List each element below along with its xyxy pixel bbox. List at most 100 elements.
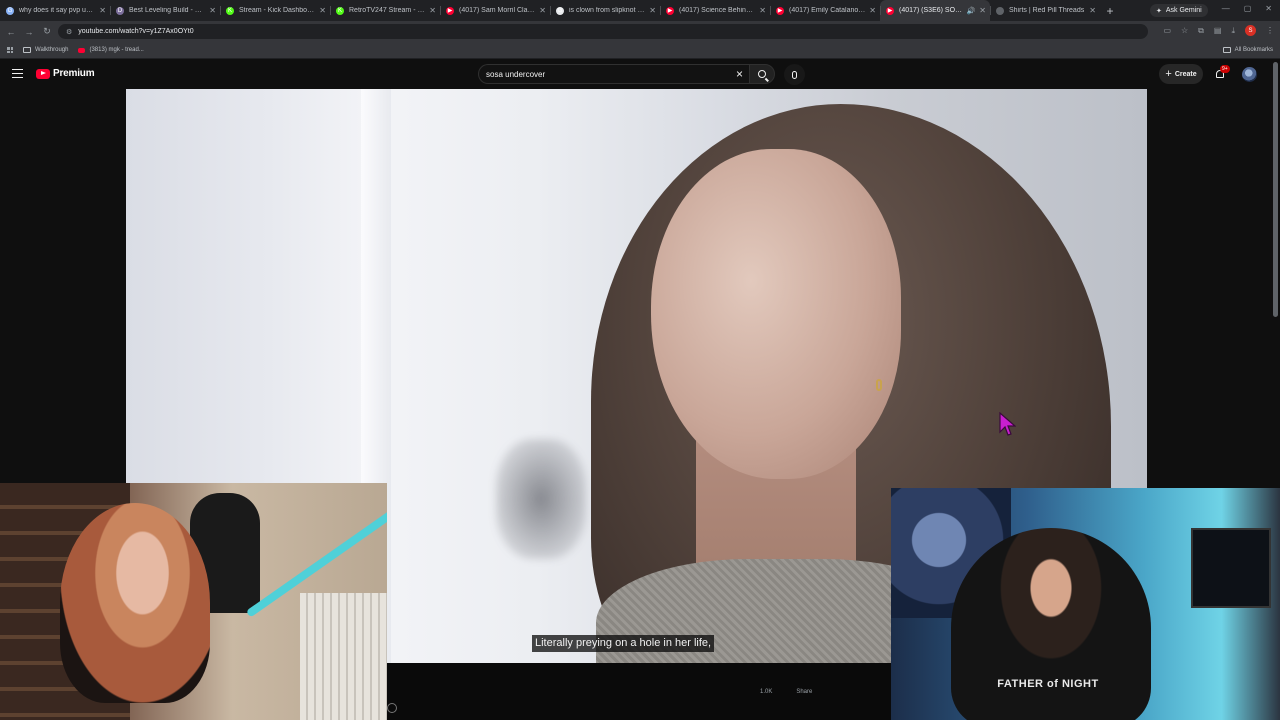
voice-search-button[interactable] — [784, 64, 805, 85]
tab-favicon-icon: ▶ — [666, 6, 674, 15]
sidebar-icon[interactable]: ▤ — [1214, 26, 1222, 35]
microphone-icon — [792, 70, 797, 79]
bookmark-label: Walkthrough — [35, 47, 69, 53]
webcam-streamer — [60, 503, 210, 703]
apps-grid-icon[interactable] — [7, 47, 13, 53]
youtube-icon — [78, 47, 86, 53]
notification-badge: 9+ — [1220, 65, 1230, 73]
browser-toolbar: ← → ↻ ⚙ youtube.com/watch?v=y1Z7Ax0OYt0 … — [0, 21, 1280, 42]
close-tab-icon[interactable]: ✕ — [759, 6, 766, 15]
tab-favicon-icon: ▶ — [776, 6, 784, 15]
tab-favicon-icon: D — [116, 6, 124, 15]
tab-title: (4017) Sam Morril Class Act — [459, 7, 535, 14]
minimize-icon[interactable]: — — [1222, 4, 1230, 13]
browser-tab[interactable]: Gwhy does it say pvp unavail ✕ — [0, 0, 110, 21]
close-tab-icon[interactable]: ✕ — [649, 6, 656, 15]
toolbar-actions: ▭ ☆ ⧉ ▤ ⤓ S ⋮ — [1163, 25, 1274, 36]
create-label: Create — [1174, 70, 1197, 78]
create-button[interactable]: + Create — [1159, 64, 1203, 84]
new-tab-button[interactable]: + — [1100, 4, 1120, 18]
close-tab-icon[interactable]: ✕ — [1089, 6, 1096, 15]
tab-audio-icon[interactable]: 🔊 — [967, 7, 976, 15]
tab-favicon-icon: G — [556, 6, 564, 15]
tab-favicon-icon — [996, 6, 1004, 15]
reload-icon[interactable]: ↻ — [38, 26, 56, 37]
clear-search-icon[interactable]: × — [736, 67, 743, 81]
profile-avatar[interactable]: S — [1245, 25, 1256, 36]
search-input[interactable]: sosa undercover × — [478, 64, 749, 84]
share-label[interactable]: Share — [796, 689, 812, 695]
tab-favicon-icon: ▶ — [446, 6, 454, 15]
youtube-logo[interactable]: Premium — [36, 68, 95, 79]
close-tab-icon[interactable]: ✕ — [99, 6, 106, 15]
tab-favicon-icon: ▶ — [886, 6, 894, 15]
gemini-icon: ✦ — [1156, 7, 1162, 15]
site-info-icon[interactable]: ⚙ — [66, 28, 72, 36]
shirt-print: FATHER of NIGHT — [997, 678, 1099, 690]
search-button[interactable] — [749, 64, 775, 84]
folder-icon — [1222, 47, 1231, 53]
browser-menu-icon[interactable]: ⋮ — [1266, 26, 1274, 35]
bookmark-walkthrough[interactable]: Walkthrough — [23, 47, 68, 53]
download-icon[interactable]: ⤓ — [1231, 26, 1235, 36]
all-bookmarks[interactable]: All Bookmarks — [1222, 47, 1273, 53]
browser-tab[interactable]: ▶ (4017) Sam Morril Class Act ✕ — [440, 0, 550, 21]
close-tab-icon[interactable]: ✕ — [319, 6, 326, 15]
bookmark-star-icon[interactable]: ☆ — [1181, 26, 1188, 35]
forward-icon[interactable]: → — [20, 27, 38, 37]
video-caption: Literally preying on a hole in her life, — [532, 635, 715, 652]
tab-title: RetroTV247 Stream - Watch — [349, 7, 425, 14]
cast-icon[interactable]: ▭ — [1163, 26, 1171, 35]
tab-title: Best Leveling Build - Diablo — [129, 7, 206, 14]
close-window-icon[interactable]: ✕ — [1265, 4, 1272, 13]
close-tab-icon[interactable]: ✕ — [979, 6, 986, 15]
extensions-icon[interactable]: ⧉ — [1198, 26, 1204, 36]
youtube-header: Premium sosa undercover × + Create 9+ — [0, 60, 1280, 89]
window-controls: — ▢ ✕ — [1222, 4, 1272, 13]
youtube-play-icon — [36, 68, 50, 79]
plus-icon: + — [1165, 68, 1172, 80]
back-icon[interactable]: ← — [2, 27, 20, 37]
video-frame-background — [496, 439, 586, 559]
hamburger-menu-icon[interactable] — [12, 69, 23, 78]
tab-title: Stream - Kick Dashboard — [239, 7, 316, 14]
video-actions: 1.0K Share — [760, 689, 812, 695]
bookmark-mgk[interactable]: (3813) mgk - tread... — [78, 47, 144, 53]
browser-tab[interactable]: Gis clown from slipknot a veg ✕ — [550, 0, 660, 21]
browser-tab[interactable]: D Best Leveling Build - Diablo✕ — [110, 0, 220, 21]
browser-tab[interactable]: K Stream - Kick Dashboard ✕ — [220, 0, 330, 21]
close-tab-icon[interactable]: ✕ — [539, 6, 546, 15]
tab-title: (4017) (S3E6) SOSA Inv — [899, 7, 964, 14]
tab-favicon-icon: K — [336, 6, 344, 15]
tab-title: is clown from slipknot a veg — [569, 7, 645, 14]
like-count[interactable]: 1.0K — [760, 689, 772, 695]
browser-tab[interactable]: ▶ (4017) Emily Catalano - Ulti ✕ — [770, 0, 880, 21]
browser-tab[interactable]: ▶ (4017) Science Behind Time✕ — [660, 0, 770, 21]
ask-gemini-label: Ask Gemini — [1165, 7, 1202, 14]
youtube-brand: Premium — [53, 68, 95, 79]
tab-favicon-icon: K — [226, 6, 234, 15]
tab-favicon-icon: G — [6, 6, 14, 15]
bookmarks-bar: Walkthrough (3813) mgk - tread... All Bo… — [0, 42, 1280, 59]
close-tab-icon[interactable]: ✕ — [429, 6, 436, 15]
maximize-icon[interactable]: ▢ — [1244, 4, 1252, 13]
ask-gemini-button[interactable]: ✦ Ask Gemini — [1150, 4, 1208, 17]
video-subject — [876, 379, 882, 391]
player-bottom-bar — [387, 663, 891, 720]
browser-tab[interactable]: K RetroTV247 Stream - Watch ✕ — [330, 0, 440, 21]
close-tab-icon[interactable]: ✕ — [209, 6, 216, 15]
browser-tab[interactable]: Shirts | Red Pill Threads ✕ — [990, 0, 1100, 21]
tab-title: Shirts | Red Pill Threads — [1009, 7, 1085, 14]
search-query: sosa undercover — [486, 69, 546, 79]
page-scrollbar[interactable] — [1273, 62, 1278, 317]
close-tab-icon[interactable]: ✕ — [869, 6, 876, 15]
browser-tab[interactable]: ▶ (4017) (S3E6) SOSA Inv🔊✕ — [880, 0, 990, 21]
webcam-background — [1191, 528, 1271, 608]
video-subject — [651, 149, 901, 479]
settings-gear-icon[interactable] — [387, 703, 397, 713]
webcam-streamer — [951, 528, 1151, 720]
tab-title: (4017) Science Behind Time — [679, 7, 756, 14]
url-text: youtube.com/watch?v=y1Z7Ax0OYt0 — [78, 28, 194, 35]
address-bar[interactable]: ⚙ youtube.com/watch?v=y1Z7Ax0OYt0 — [58, 24, 1148, 39]
account-avatar[interactable] — [1242, 67, 1257, 82]
